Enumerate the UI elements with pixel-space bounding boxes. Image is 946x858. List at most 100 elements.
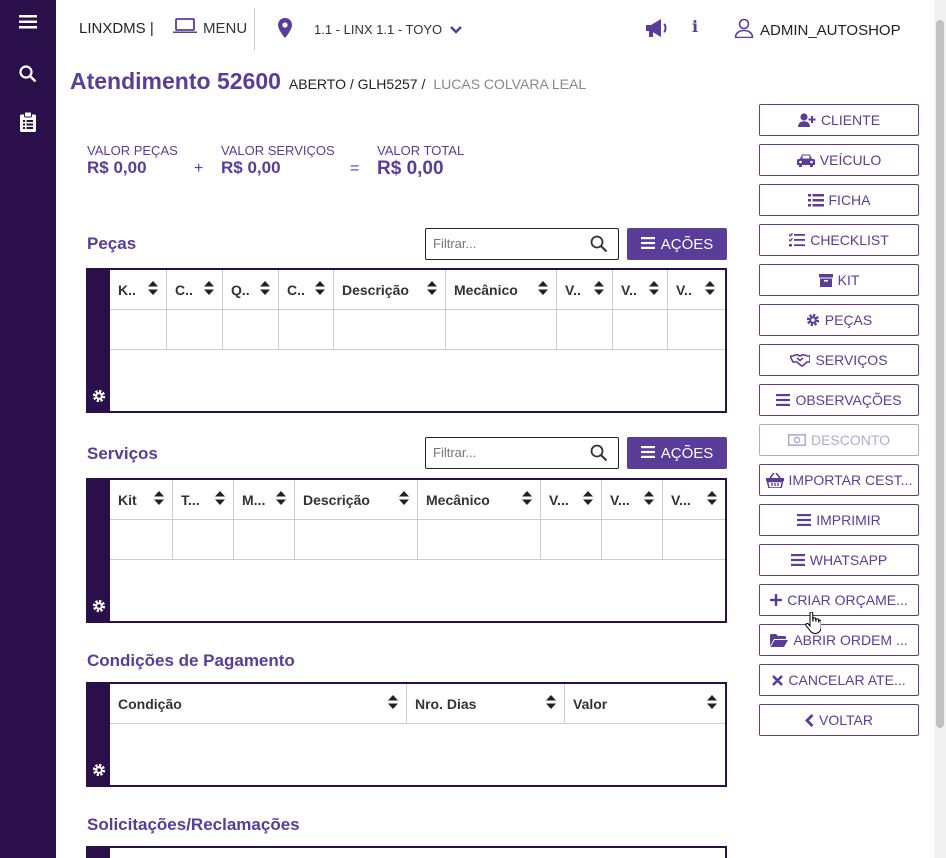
column-header[interactable]: Condição [110,684,407,723]
sort-icon[interactable] [315,281,325,298]
column-header[interactable]: V... [602,480,663,519]
column-header[interactable]: V... [541,480,602,519]
sort-icon[interactable] [522,491,532,508]
column-header[interactable]: Kit [110,480,173,519]
desconto-button[interactable]: DESCONTO [759,424,919,456]
servicos-button[interactable]: SERVIÇOS [759,344,919,376]
services-actions-button[interactable]: AÇÕES [627,437,727,469]
grid-settings-cog-icon[interactable] [92,389,106,408]
grand-total-label: VALOR TOTAL [377,143,465,158]
sort-icon[interactable] [644,491,654,508]
checklist-label: CHECKLIST [810,232,889,248]
archive-icon [818,273,833,287]
sort-icon[interactable] [276,491,286,508]
column-header-label: Kit [118,491,137,508]
sort-icon[interactable] [705,281,715,298]
requests-section-title: Solicitações/Reclamações [87,815,300,834]
menu-button[interactable]: MENU [173,18,247,38]
page-header: Atendimento 52600 ABERTO / GLH5257 / LUC… [70,68,586,95]
abrir-ordem-button[interactable]: ABRIR ORDEM ... [759,624,919,656]
cancelar-ate-button[interactable]: CANCELAR ATE... [759,664,919,696]
plus-icon [770,594,783,606]
payment-grid: Condição Nro. Dias Valor [86,682,727,787]
desconto-label: DESCONTO [810,432,891,448]
user-menu[interactable]: ADMIN_AUTOSHOP [734,18,901,42]
user-icon [734,18,754,42]
sort-icon[interactable] [427,281,437,298]
voltar-button[interactable]: VOLTAR [759,704,919,736]
column-header[interactable]: V.. [613,270,668,309]
column-header-label: Valor [573,695,608,712]
sort-icon[interactable] [707,491,717,508]
sort-icon[interactable] [594,281,604,298]
column-header[interactable]: V... [663,480,725,519]
search-icon[interactable] [16,62,40,86]
services-grid: Kit T... M... Descrição Mecânico V... V... V... [86,478,727,623]
column-header[interactable]: V.. [557,270,613,309]
hamburger-menu-icon[interactable] [16,10,40,34]
column-header[interactable]: C.. [279,270,334,309]
megaphone-icon[interactable] [644,17,670,44]
column-header[interactable]: V.. [668,270,723,309]
column-header-label: M... [242,491,266,508]
services-total-value: R$ 0,00 [221,158,281,177]
kit-button[interactable]: KIT [759,264,919,296]
sort-icon[interactable] [546,695,556,712]
criar-orcame-button[interactable]: CRIAR ORÇAME... [759,584,919,616]
column-header[interactable]: Descrição [334,270,446,309]
column-header[interactable]: Mecânico [418,480,541,519]
search-icon[interactable] [590,235,608,258]
parts-filter-input[interactable] [433,236,583,251]
grid-settings-cog-icon[interactable] [92,763,106,782]
whatsapp-button[interactable]: WHATSAPP [759,544,919,576]
sort-icon[interactable] [148,281,158,298]
sort-icon[interactable] [707,695,717,712]
column-header[interactable]: Valor [565,684,725,723]
column-header[interactable]: C.. [167,270,223,309]
observacoes-button[interactable]: OBSERVAÇÕES [759,384,919,416]
chevron-down-icon [450,22,463,37]
column-header[interactable]: Descrição [295,480,418,519]
cliente-button[interactable]: CLIENTE [759,104,919,136]
importar-cest-button[interactable]: IMPORTAR CEST... [759,464,919,496]
sort-icon[interactable] [260,281,270,298]
services-grid-row [110,520,725,560]
sort-icon[interactable] [154,491,164,508]
search-icon[interactable] [590,444,608,467]
services-section-title: Serviços [87,444,158,463]
sort-icon[interactable] [204,281,214,298]
parts-actions-button[interactable]: AÇÕES [627,228,727,260]
parts-total-value: R$ 0,00 [87,158,147,177]
column-header-label: Mecânico [454,281,518,298]
sort-icon[interactable] [649,281,659,298]
location-label: 1.1 - LINX 1.1 - TOYO [314,22,443,37]
column-header[interactable]: M... [234,480,295,519]
column-header[interactable]: Q.. [223,270,279,309]
sort-icon[interactable] [399,491,409,508]
checklist-button[interactable]: CHECKLIST [759,224,919,256]
grid-settings-cog-icon[interactable] [92,599,106,618]
grid-cell [279,310,334,349]
location-selector[interactable]: 1.1 - LINX 1.1 - TOYO [278,18,463,41]
ficha-button[interactable]: FICHA [759,184,919,216]
column-header[interactable]: T... [173,480,234,519]
sort-icon[interactable] [583,491,593,508]
column-header[interactable]: K.. [110,270,167,309]
column-header[interactable]: Nro. Dias [407,684,565,723]
handshake-icon [790,353,811,367]
scrollbar-thumb[interactable] [936,20,944,728]
servicos-label: SERVIÇOS [815,352,888,368]
column-header[interactable]: Mecânico [446,270,557,309]
sort-icon[interactable] [538,281,548,298]
imprimir-button[interactable]: IMPRIMIR [759,504,919,536]
services-total: VALOR SERVIÇOS R$ 0,00 [221,143,335,178]
sort-icon[interactable] [215,491,225,508]
grid-cell [663,520,725,559]
sort-icon[interactable] [388,695,398,712]
info-icon[interactable]: i [692,17,698,36]
column-header-label: V.. [621,281,637,298]
services-filter-input[interactable] [433,445,583,460]
veiculo-button[interactable]: VEÍCULO [759,144,919,176]
pecas-button[interactable]: PEÇAS [759,304,919,336]
clipboard-icon[interactable] [16,110,40,134]
